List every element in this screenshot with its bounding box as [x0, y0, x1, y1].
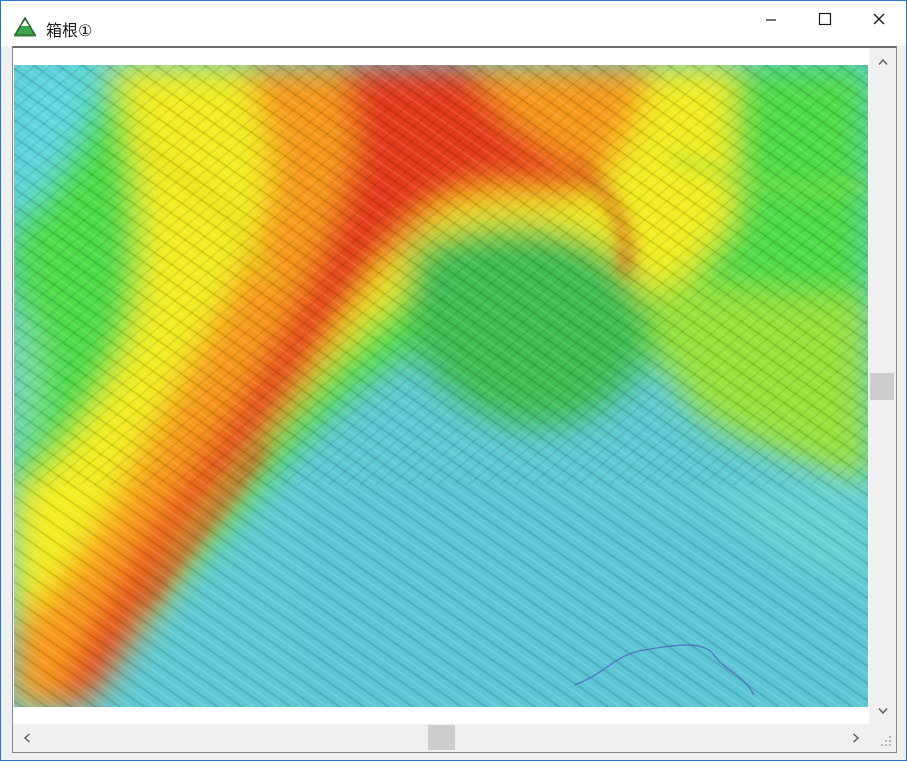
relief-map[interactable] — [14, 65, 868, 707]
vertical-scroll-thumb[interactable] — [870, 373, 894, 400]
resize-grip-icon — [881, 736, 891, 746]
vertical-scrollbar[interactable] — [869, 48, 896, 724]
horizontal-scroll-thumb[interactable] — [428, 725, 455, 750]
mountain-app-icon — [13, 16, 37, 37]
chevron-left-icon — [23, 732, 30, 743]
map-canvas[interactable] — [13, 48, 869, 724]
scroll-up-button[interactable] — [869, 48, 896, 75]
size-grip[interactable] — [869, 724, 896, 752]
map-viewport — [12, 46, 897, 753]
chevron-down-icon — [877, 707, 888, 714]
close-button[interactable] — [852, 1, 906, 37]
title-bar[interactable]: 箱根① — [1, 1, 906, 46]
maximize-button[interactable] — [798, 1, 852, 37]
scroll-left-button[interactable] — [13, 724, 40, 751]
maximize-icon — [818, 12, 832, 26]
minimize-icon — [766, 19, 776, 21]
scroll-down-button[interactable] — [869, 697, 896, 724]
chevron-up-icon — [877, 58, 888, 65]
app-window: 箱根① — [0, 0, 907, 761]
close-icon — [873, 13, 885, 25]
horizontal-scrollbar[interactable] — [13, 724, 869, 752]
window-title: 箱根① — [46, 21, 93, 40]
scroll-right-button[interactable] — [842, 724, 869, 751]
chevron-right-icon — [852, 732, 859, 743]
minimize-button[interactable] — [744, 1, 798, 37]
